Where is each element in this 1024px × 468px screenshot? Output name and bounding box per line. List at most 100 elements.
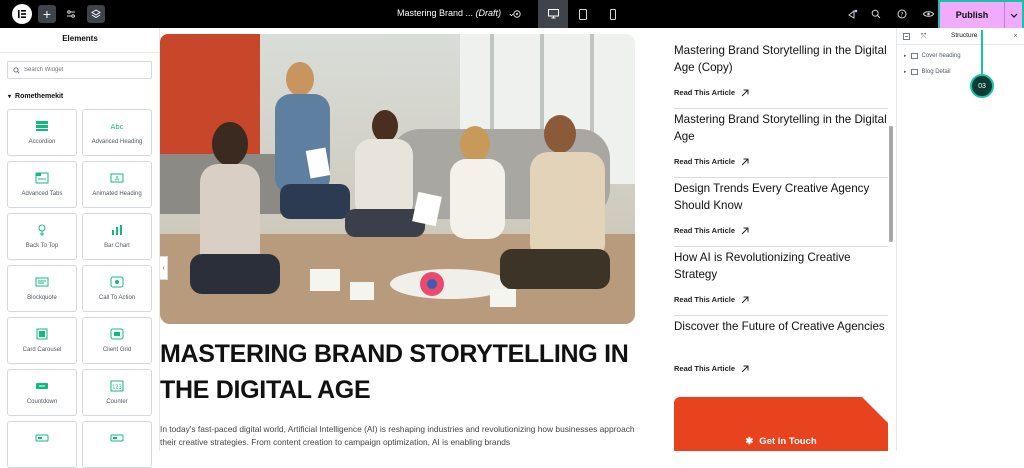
structure-toggle-button[interactable] xyxy=(87,5,105,23)
canvas-scrollbar[interactable] xyxy=(889,126,893,242)
whats-new-button[interactable] xyxy=(843,5,861,23)
tabs-icon xyxy=(8,172,76,184)
panel-title: Elements xyxy=(62,34,98,43)
desktop-view-button[interactable] xyxy=(538,0,568,28)
read-article-link[interactable]: Read This Article xyxy=(674,226,749,235)
accordion-icon xyxy=(8,120,76,132)
mobile-icon xyxy=(610,8,616,20)
announcement-icon xyxy=(847,9,857,19)
animated-heading-icon: A xyxy=(83,172,151,184)
blockquote-icon xyxy=(8,276,76,288)
page-settings-button[interactable] xyxy=(508,5,526,23)
search-input[interactable] xyxy=(24,67,144,73)
document-name: Mastering Brand ... xyxy=(397,8,474,18)
read-article-link[interactable]: Read This Article xyxy=(674,157,749,166)
preview-icon xyxy=(922,11,934,17)
widget-label: Call To Action xyxy=(98,295,136,301)
widget-card-carousel[interactable]: Card Carousel xyxy=(7,317,77,364)
publish-options-button[interactable] xyxy=(1004,2,1022,28)
widget-label: Back To Top xyxy=(25,243,59,249)
read-label: Read This Article xyxy=(674,226,735,235)
read-article-link[interactable]: Read This Article xyxy=(674,364,749,373)
close-structure-button[interactable]: × xyxy=(1011,32,1020,41)
widget-label: Advanced Heading xyxy=(91,139,143,145)
collapse-icon xyxy=(903,33,910,40)
widget-blockquote[interactable]: Blockquote xyxy=(7,265,77,312)
caret-down-icon: ▾ xyxy=(8,94,12,100)
widget-client-grid[interactable]: Client Grid xyxy=(82,317,152,364)
widget-back-to-top[interactable]: Back To Top xyxy=(7,213,77,260)
asterisk-icon: ✱ xyxy=(745,436,754,447)
structure-item-blog-detail[interactable]: ▸ Blog Detail xyxy=(904,66,951,78)
elements-panel: Elements ▾ Romethemekit Accordion Abc Adva… xyxy=(0,28,160,468)
article-item: How AI is Revolutionizing Creative Strat… xyxy=(674,249,888,309)
article-divider xyxy=(674,315,888,316)
container-icon xyxy=(910,69,918,75)
read-article-link[interactable]: Read This Article xyxy=(674,295,749,304)
editor-canvas: ‹ MASTERING BRAND STORYTELLING IN THE DI… xyxy=(160,28,896,451)
structure-item-label: Cover heading xyxy=(921,53,961,59)
structure-header: ⤧ Structure × xyxy=(897,28,1024,45)
widget-partial[interactable] xyxy=(7,421,77,468)
tablet-view-button[interactable] xyxy=(568,0,598,28)
widget-accordion[interactable]: Accordion xyxy=(7,109,77,156)
document-title[interactable]: Mastering Brand ... (Draft) ⌄ xyxy=(397,8,515,19)
article-title[interactable]: Mastering Brand Storytelling in the Digi… xyxy=(674,42,888,76)
expand-all-button[interactable]: ⤧ xyxy=(919,32,928,41)
arrow-up-right-icon xyxy=(741,89,749,96)
widget-bar-chart[interactable]: Bar Chart xyxy=(82,213,152,260)
countdown-icon xyxy=(8,380,76,392)
cta-label: Get in Touch xyxy=(759,436,817,447)
widget-partial[interactable] xyxy=(82,421,152,468)
add-icon: + xyxy=(42,6,52,22)
preview-button[interactable] xyxy=(919,5,937,23)
article-title[interactable]: Discover the Future of Creative Agencies xyxy=(674,318,888,335)
svg-text:123: 123 xyxy=(112,385,122,391)
post-heading[interactable]: MASTERING BRAND STORYTELLING IN THE DIGI… xyxy=(160,336,650,408)
settings-icon xyxy=(513,10,521,18)
team-meeting-photo xyxy=(160,34,635,324)
help-button[interactable]: ? xyxy=(893,5,911,23)
widget-label: Client Grid xyxy=(102,347,132,353)
widget-search[interactable] xyxy=(7,61,152,79)
hero-image[interactable] xyxy=(160,34,635,324)
widget-advanced-heading[interactable]: Abc Advanced Heading xyxy=(82,109,152,156)
widget-advanced-tabs[interactable]: Advanced Tabs xyxy=(7,161,77,208)
read-label: Read This Article xyxy=(674,295,735,304)
finder-button[interactable] xyxy=(867,5,885,23)
arrow-up-right-icon xyxy=(741,365,749,372)
step-badge: 03 xyxy=(970,74,994,98)
structure-item-cover-heading[interactable]: ▸ Cover heading xyxy=(904,50,961,62)
call-to-action-icon xyxy=(83,276,151,288)
site-settings-button[interactable] xyxy=(62,5,80,23)
tablet-icon xyxy=(579,8,587,20)
search-icon xyxy=(871,9,881,19)
widget-animated-heading[interactable]: A Animated Heading xyxy=(82,161,152,208)
chevron-left-icon: ‹ xyxy=(162,264,165,272)
collapse-all-button[interactable] xyxy=(902,32,911,41)
widget-category-header[interactable]: ▾ Romethemekit xyxy=(8,93,63,100)
bar-chart-icon xyxy=(83,224,151,236)
elementor-logo-icon[interactable] xyxy=(12,4,32,24)
caret-right-icon: ▸ xyxy=(904,69,907,75)
widget-counter[interactable]: 123 Counter xyxy=(82,369,152,416)
publish-button[interactable]: Publish xyxy=(940,2,1004,28)
collapse-panel-button[interactable]: ‹ xyxy=(160,256,168,280)
widget-label: Accordion xyxy=(28,139,56,145)
panel-divider xyxy=(0,52,160,53)
top-bar: + Mastering Brand ... (Draft) ⌄ ? Publis… xyxy=(0,0,1024,30)
mobile-view-button[interactable] xyxy=(598,0,628,28)
article-title[interactable]: How AI is Revolutionizing Creative Strat… xyxy=(674,249,888,283)
widget-label: Countdown xyxy=(26,399,58,405)
add-element-button[interactable]: + xyxy=(38,5,56,23)
widget-call-to-action[interactable]: Call To Action xyxy=(82,265,152,312)
desktop-icon xyxy=(547,9,559,19)
get-in-touch-button[interactable]: ✱ Get in Touch xyxy=(674,436,888,447)
post-body-text[interactable]: In today's fast-paced digital world, Art… xyxy=(160,423,635,449)
widget-icon xyxy=(83,432,151,444)
read-article-link[interactable]: Read This Article xyxy=(674,88,749,97)
article-title[interactable]: Mastering Brand Storytelling in the Digi… xyxy=(674,111,888,145)
article-title[interactable]: Design Trends Every Creative Agency Shou… xyxy=(674,180,888,214)
widget-countdown[interactable]: Countdown xyxy=(7,369,77,416)
widget-label: Animated Heading xyxy=(92,191,142,197)
